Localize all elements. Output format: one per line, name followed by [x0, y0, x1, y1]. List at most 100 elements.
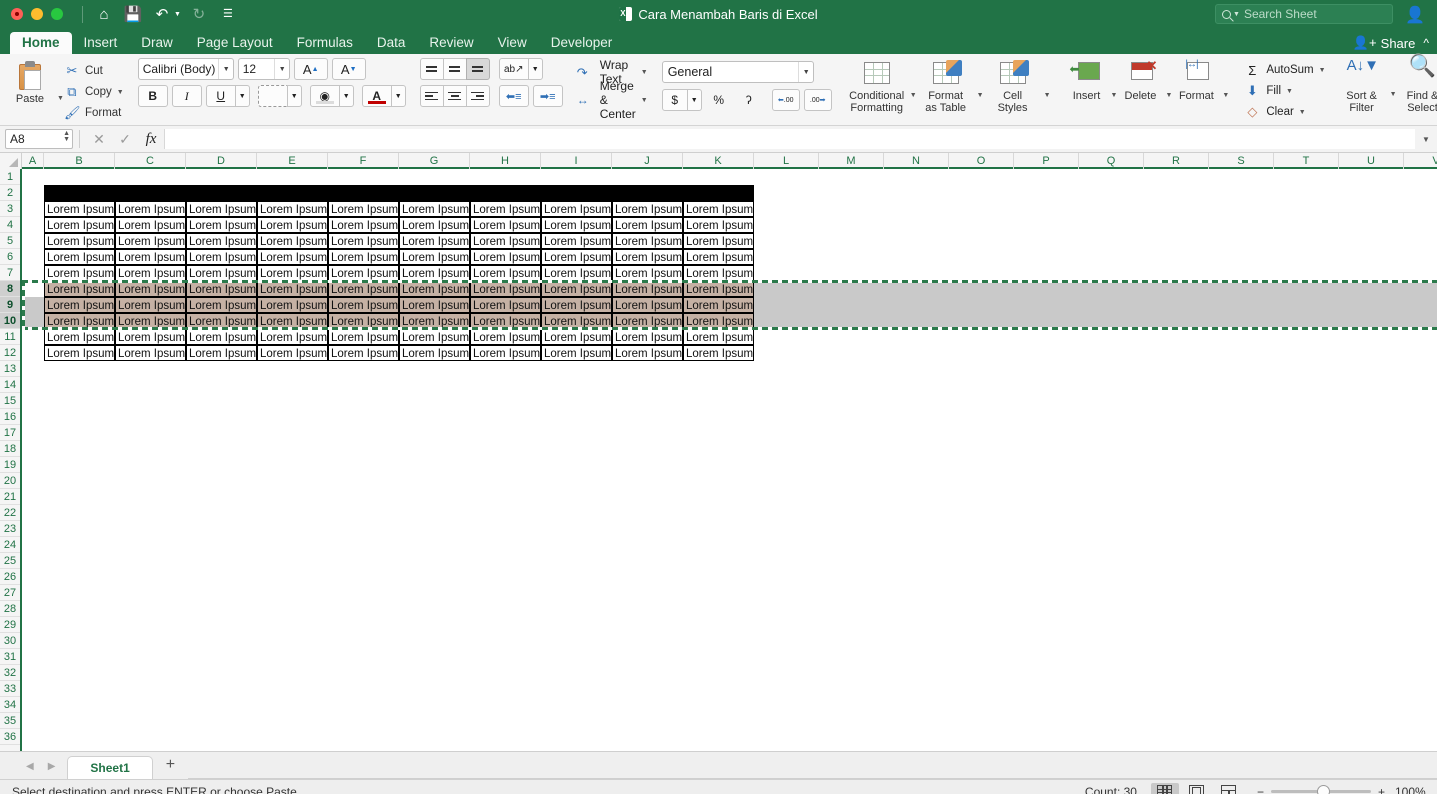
- table-cell[interactable]: Lorem Ipsum: [541, 329, 612, 345]
- table-cell[interactable]: Lorem Ipsum: [399, 233, 470, 249]
- table-cell[interactable]: Lorem Ipsum: [399, 249, 470, 265]
- table-cell[interactable]: Lorem Ipsum: [612, 297, 683, 313]
- table-cell[interactable]: Lorem Ipsum: [470, 201, 541, 217]
- decrease-font-size-button[interactable]: A ▼: [331, 58, 366, 80]
- table-cell[interactable]: Lorem Ipsum: [399, 329, 470, 345]
- table-cell[interactable]: Lorem Ipsum: [328, 313, 399, 329]
- align-left-button[interactable]: [419, 85, 444, 107]
- table-cell[interactable]: Lorem Ipsum: [683, 297, 754, 313]
- table-cell[interactable]: Lorem Ipsum: [541, 249, 612, 265]
- column-header-Q[interactable]: Q: [1079, 153, 1144, 169]
- row-header-2[interactable]: 2: [0, 185, 20, 201]
- table-cell[interactable]: Lorem Ipsum: [44, 297, 115, 313]
- next-sheet-icon[interactable]: ▶: [48, 761, 56, 772]
- spreadsheet-grid[interactable]: ABCDEFGHIJKLMNOPQRSTUV 1 2 3 4 5 6 7 8 9 10 11 12 13…: [0, 153, 1437, 751]
- table-cell[interactable]: Lorem Ipsum: [683, 233, 754, 249]
- column-header-R[interactable]: R: [1144, 153, 1209, 169]
- table-cell[interactable]: Lorem Ipsum: [44, 201, 115, 217]
- table-cell[interactable]: Lorem Ipsum: [541, 313, 612, 329]
- row-header-7[interactable]: 7: [0, 265, 20, 281]
- number-format-select[interactable]: General ▼: [661, 61, 814, 83]
- decrease-decimal-button[interactable]: .00 ➡: [803, 89, 832, 111]
- column-header-G[interactable]: G: [399, 153, 470, 169]
- table-cell[interactable]: Lorem Ipsum: [44, 281, 115, 297]
- row-header-31[interactable]: 31: [0, 649, 20, 665]
- sort-filter-button[interactable]: A↓▼ Sort & Filter: [1336, 58, 1388, 114]
- insert-function-icon[interactable]: fx: [138, 131, 164, 148]
- undo-icon[interactable]: ↶: [149, 3, 175, 25]
- table-cell[interactable]: Lorem Ipsum: [257, 297, 328, 313]
- table-cell[interactable]: Lorem Ipsum: [683, 313, 754, 329]
- table-cell[interactable]: Lorem Ipsum: [257, 345, 328, 361]
- minimize-window-button[interactable]: [31, 8, 43, 20]
- column-header-N[interactable]: N: [884, 153, 949, 169]
- row-header-5[interactable]: 5: [0, 233, 20, 249]
- row-header-25[interactable]: 25: [0, 553, 20, 569]
- row-header-11[interactable]: 11: [0, 329, 20, 345]
- table-cell[interactable]: Lorem Ipsum: [257, 329, 328, 345]
- table-cell[interactable]: Lorem Ipsum: [541, 345, 612, 361]
- formula-input[interactable]: [164, 129, 1415, 149]
- row-header-17[interactable]: 17: [0, 425, 20, 441]
- zoom-slider[interactable]: [1270, 785, 1371, 794]
- row-header-23[interactable]: 23: [0, 521, 20, 537]
- zoom-in-button[interactable]: +: [1378, 785, 1385, 794]
- font-color-button[interactable]: A: [361, 85, 392, 107]
- row-header-30[interactable]: 30: [0, 633, 20, 649]
- currency-format-button[interactable]: $: [661, 89, 688, 111]
- window-controls[interactable]: [0, 8, 63, 20]
- clear-button[interactable]: ◇ Clear ▼: [1243, 103, 1325, 121]
- underline-dropdown-icon[interactable]: ▼: [234, 85, 250, 107]
- italic-button[interactable]: I: [171, 85, 202, 107]
- expand-formula-bar-icon[interactable]: ▼: [1415, 135, 1437, 144]
- customize-toolbar-icon[interactable]: ☰: [215, 3, 241, 25]
- format-painter-button[interactable]: 🖌 Format: [64, 104, 124, 122]
- table-cell[interactable]: Lorem Ipsum: [399, 217, 470, 233]
- previous-sheet-icon[interactable]: ◀: [26, 761, 34, 772]
- normal-view-button[interactable]: [1150, 782, 1179, 794]
- chevron-down-icon[interactable]: ▼: [217, 59, 230, 79]
- row-header-18[interactable]: 18: [0, 441, 20, 457]
- row-header-27[interactable]: 27: [0, 585, 20, 601]
- borders-button[interactable]: [257, 85, 288, 107]
- row-header-15[interactable]: 15: [0, 393, 20, 409]
- percent-format-button[interactable]: %: [706, 89, 732, 111]
- table-cell[interactable]: Lorem Ipsum: [683, 345, 754, 361]
- comma-format-button[interactable]: ʔ: [736, 89, 762, 111]
- row-header-4[interactable]: 4: [0, 217, 20, 233]
- table-cell[interactable]: Lorem Ipsum: [541, 265, 612, 281]
- table-cell[interactable]: Lorem Ipsum: [541, 297, 612, 313]
- table-cell[interactable]: Lorem Ipsum: [328, 201, 399, 217]
- conditional-formatting-button[interactable]: Conditional Formatting: [846, 58, 908, 114]
- table-cell[interactable]: Lorem Ipsum: [612, 265, 683, 281]
- table-cell[interactable]: Lorem Ipsum: [115, 201, 186, 217]
- cell-area[interactable]: Lorem Ipsum Lorem Ipsum Lorem Ipsum Lorem I…: [22, 169, 1437, 751]
- table-cell[interactable]: Lorem Ipsum: [44, 265, 115, 281]
- table-cell[interactable]: Lorem Ipsum: [470, 345, 541, 361]
- home-icon[interactable]: ⌂: [91, 3, 117, 25]
- column-header-D[interactable]: D: [186, 153, 257, 169]
- close-window-button[interactable]: [11, 8, 23, 20]
- table-cell[interactable]: Lorem Ipsum: [328, 233, 399, 249]
- add-sheet-button[interactable]: +: [153, 753, 188, 779]
- table-cell[interactable]: Lorem Ipsum: [683, 329, 754, 345]
- cancel-entry-icon[interactable]: ✕: [86, 131, 112, 148]
- tab-developer[interactable]: Developer: [539, 32, 625, 55]
- table-cell[interactable]: Lorem Ipsum: [257, 249, 328, 265]
- undo-dropdown-icon[interactable]: ▼: [174, 11, 183, 18]
- wrap-text-dropdown-icon[interactable]: ▼: [641, 69, 648, 76]
- table-cell[interactable]: Lorem Ipsum: [470, 265, 541, 281]
- row-header-12[interactable]: 12: [0, 345, 20, 361]
- table-cell[interactable]: Lorem Ipsum: [541, 201, 612, 217]
- increase-font-size-button[interactable]: A ▲: [293, 58, 328, 80]
- format-as-table-dropdown-icon[interactable]: ▼: [975, 92, 984, 99]
- collapse-ribbon-icon[interactable]: ^: [1423, 36, 1429, 50]
- fill-color-dropdown-icon[interactable]: ▼: [338, 85, 354, 107]
- table-cell[interactable]: Lorem Ipsum: [44, 233, 115, 249]
- delete-cells-button[interactable]: ✕ Delete: [1117, 58, 1163, 102]
- table-cell[interactable]: Lorem Ipsum: [328, 265, 399, 281]
- account-avatar-icon[interactable]: 👤: [1405, 5, 1425, 25]
- tab-formulas[interactable]: Formulas: [285, 32, 365, 55]
- tab-insert[interactable]: Insert: [72, 32, 130, 55]
- column-header-S[interactable]: S: [1209, 153, 1274, 169]
